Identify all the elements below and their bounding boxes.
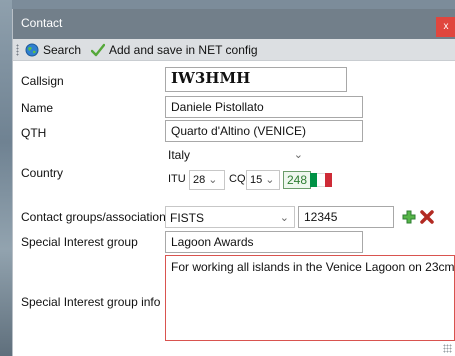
cq-label: CQ <box>229 173 246 185</box>
contact-groups-label: Contact groups/associations <box>21 210 172 224</box>
desktop-background <box>0 0 12 356</box>
search-label: Search <box>43 43 82 57</box>
plus-icon[interactable] <box>401 209 417 225</box>
italy-flag-icon <box>310 173 332 187</box>
chevron-down-icon: ⌄ <box>208 174 218 186</box>
qth-input[interactable]: Quarto d'Altino (VENICE) <box>165 120 363 142</box>
sig-info-text: For working all islands in the Venice La… <box>171 260 455 274</box>
contact-window: Contact x Search Add and save in NET con… <box>12 9 455 356</box>
toolbar-grip-icon[interactable] <box>16 44 19 56</box>
itu-value: 28 <box>193 174 206 186</box>
sig-label: Special Interest group <box>21 235 138 249</box>
callsign-label: Callsign <box>21 74 64 88</box>
chevron-down-icon: ⌄ <box>265 174 275 186</box>
titlebar: Contact x <box>13 9 455 39</box>
dxcc-badge: 248 <box>283 171 312 189</box>
resize-grip-icon[interactable] <box>443 344 452 353</box>
contact-groups-value: FISTS <box>170 211 205 225</box>
name-input[interactable]: Daniele Pistollato <box>165 96 363 118</box>
cq-value: 15 <box>250 174 263 186</box>
close-button[interactable]: x <box>436 17 455 37</box>
itu-label: ITU <box>168 173 186 185</box>
add-save-net-config-button[interactable]: Add and save in NET config <box>91 42 258 58</box>
country-value: Italy <box>168 148 191 162</box>
window-title: Contact <box>21 16 63 30</box>
itu-select[interactable]: 28 ⌄ <box>189 170 225 190</box>
checkmark-icon <box>91 43 105 57</box>
globe-icon <box>25 43 39 57</box>
delete-x-icon[interactable] <box>419 209 435 225</box>
country-select[interactable]: Italy ⌄ <box>164 146 308 166</box>
toolbar: Search Add and save in NET config <box>13 39 455 61</box>
sig-input[interactable]: Lagoon Awards <box>165 231 363 253</box>
chevron-down-icon: ⌄ <box>279 212 289 224</box>
name-label: Name <box>21 101 54 115</box>
group-number-input[interactable]: 12345 <box>298 206 394 228</box>
cq-select[interactable]: 15 ⌄ <box>246 170 280 190</box>
qth-label: QTH <box>21 126 47 140</box>
callsign-input[interactable]: IW3HMH <box>165 67 347 92</box>
country-label: Country <box>21 166 64 180</box>
sig-info-label: Special Interest group info <box>21 295 161 309</box>
contact-groups-select[interactable]: FISTS ⌄ <box>165 206 295 228</box>
close-icon: x <box>443 21 449 32</box>
sig-info-textarea[interactable]: For working all islands in the Venice La… <box>165 255 455 341</box>
add-save-label: Add and save in NET config <box>109 43 258 57</box>
search-button[interactable]: Search <box>25 42 81 58</box>
chevron-down-icon: ⌄ <box>293 149 303 161</box>
